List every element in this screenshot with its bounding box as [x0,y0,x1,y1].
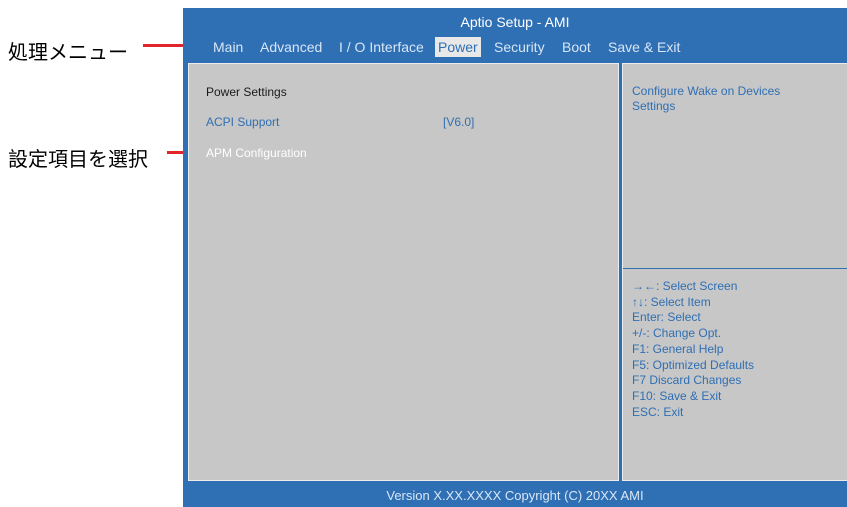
acpi-support-value[interactable]: [V6.0] [443,115,474,129]
menu-bar: Main Advanced I / O Interface Power Secu… [183,37,847,57]
key-help-item: ↑↓: Select Item [632,294,711,309]
help-divider [623,268,847,269]
acpi-support-item[interactable]: ACPI Support [206,115,279,129]
key-help-item: ESC: Exit [632,404,684,419]
key-help-list: →←: Select Screen ↑↓: Select Item Enter:… [632,279,754,420]
key-help-item: F7 Discard Changes [632,373,742,388]
menu-save-exit[interactable]: Save & Exit [605,37,683,57]
window-title: Aptio Setup - AMI [460,14,570,30]
menu-security[interactable]: Security [491,37,548,57]
key-help-item: F1: General Help [632,341,724,356]
key-help-item: +/-: Change Opt. [632,326,722,341]
select-annotation-label: 設定項目を選択 [8,147,148,171]
help-description: Configure Wake on Devices Settings [632,84,781,113]
version-footer: Version X.XX.XXXX Copyright (C) 20XX AMI [386,488,644,503]
menu-io-interface[interactable]: I / O Interface [336,37,427,57]
menu-boot[interactable]: Boot [559,37,594,57]
bios-window: Aptio Setup - AMI Main Advanced I / O In… [183,8,847,507]
settings-panel: Power Settings ACPI Support [V6.0] APM C… [188,63,619,481]
menu-annotation-label: 処理メニュー [8,40,128,64]
menu-advanced[interactable]: Advanced [257,37,325,57]
key-help-item: →←: Select Screen [632,279,738,293]
section-title: Power Settings [206,85,287,99]
menu-power[interactable]: Power [435,37,481,57]
key-help-item: Enter: Select [632,310,701,325]
help-panel: Configure Wake on Devices Settings →←: S… [622,63,847,481]
apm-configuration-item[interactable]: APM Configuration [206,146,307,160]
key-help-item: F10: Save & Exit [632,388,722,403]
key-help-item: F5: Optimized Defaults [632,357,755,372]
menu-main[interactable]: Main [210,37,246,57]
